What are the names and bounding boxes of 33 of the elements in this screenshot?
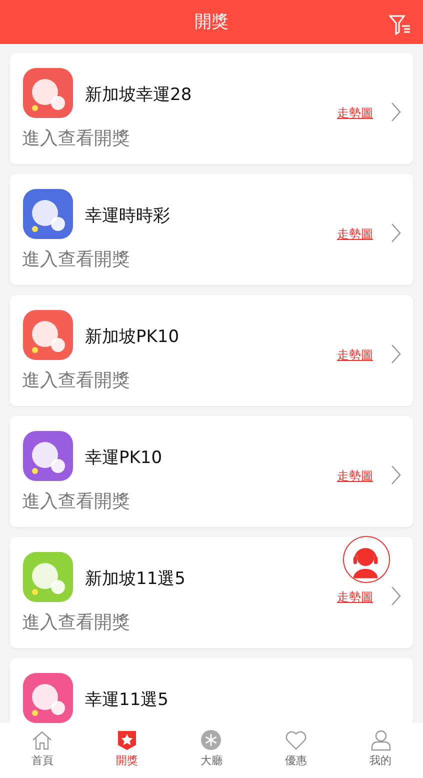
trend-chart-link[interactable]: 走勢圖 xyxy=(337,588,373,606)
trend-chart-link[interactable]: 走勢圖 xyxy=(337,225,373,243)
lottery-name: 新加坡11選5 xyxy=(85,568,186,591)
trend-chart-link[interactable]: 走勢圖 xyxy=(337,104,373,122)
page-title: 開獎 xyxy=(194,11,228,34)
lottery-card[interactable]: 幸運時時彩 進入查看開獎 走勢圖 xyxy=(10,174,413,285)
trend-chart-link[interactable]: 走勢圖 xyxy=(337,467,373,485)
tab-bar-item[interactable]: 優惠 xyxy=(254,723,338,778)
lottery-subtitle: 進入查看開獎 xyxy=(22,490,130,514)
lottery-subtitle: 進入查看開獎 xyxy=(22,127,130,151)
lottery-subtitle: 進入查看開獎 xyxy=(22,369,130,393)
lottery-name: 新加坡幸運28 xyxy=(85,84,192,107)
lottery-subtitle: 進入查看開獎 xyxy=(22,611,130,635)
trend-chart-link[interactable]: 走勢圖 xyxy=(337,346,373,364)
tab-bar-item[interactable]: 開獎 xyxy=(84,723,170,778)
tab-bar-item[interactable]: 我的 xyxy=(338,723,423,778)
lottery-card[interactable]: 新加坡幸運28 進入查看開獎 走勢圖 xyxy=(10,53,413,164)
lottery-card[interactable]: 新加坡11選5 進入查看開獎 走勢圖 xyxy=(10,537,413,648)
person-icon xyxy=(370,729,392,751)
lottery-name: 幸運時時彩 xyxy=(85,205,170,228)
lottery-name: 幸運11選5 xyxy=(85,689,168,712)
lottery-card[interactable]: 幸運11選5 xyxy=(10,658,413,723)
lobby-icon xyxy=(200,729,222,751)
lottery-name: 幸運PK10 xyxy=(85,447,162,470)
star-icon xyxy=(116,729,138,751)
lottery-card[interactable]: 幸運PK10 進入查看開獎 走勢圖 xyxy=(10,416,413,527)
tab-bar-item[interactable]: 大廳 xyxy=(169,723,254,778)
tab-bar-item[interactable]: 首頁 xyxy=(0,723,85,778)
lottery-card[interactable]: 新加坡PK10 進入查看開獎 走勢圖 xyxy=(10,295,413,406)
lottery-name: 新加坡PK10 xyxy=(85,326,180,349)
lottery-subtitle: 進入查看開獎 xyxy=(22,248,130,272)
heart-icon xyxy=(285,729,308,751)
home-icon xyxy=(31,729,54,751)
